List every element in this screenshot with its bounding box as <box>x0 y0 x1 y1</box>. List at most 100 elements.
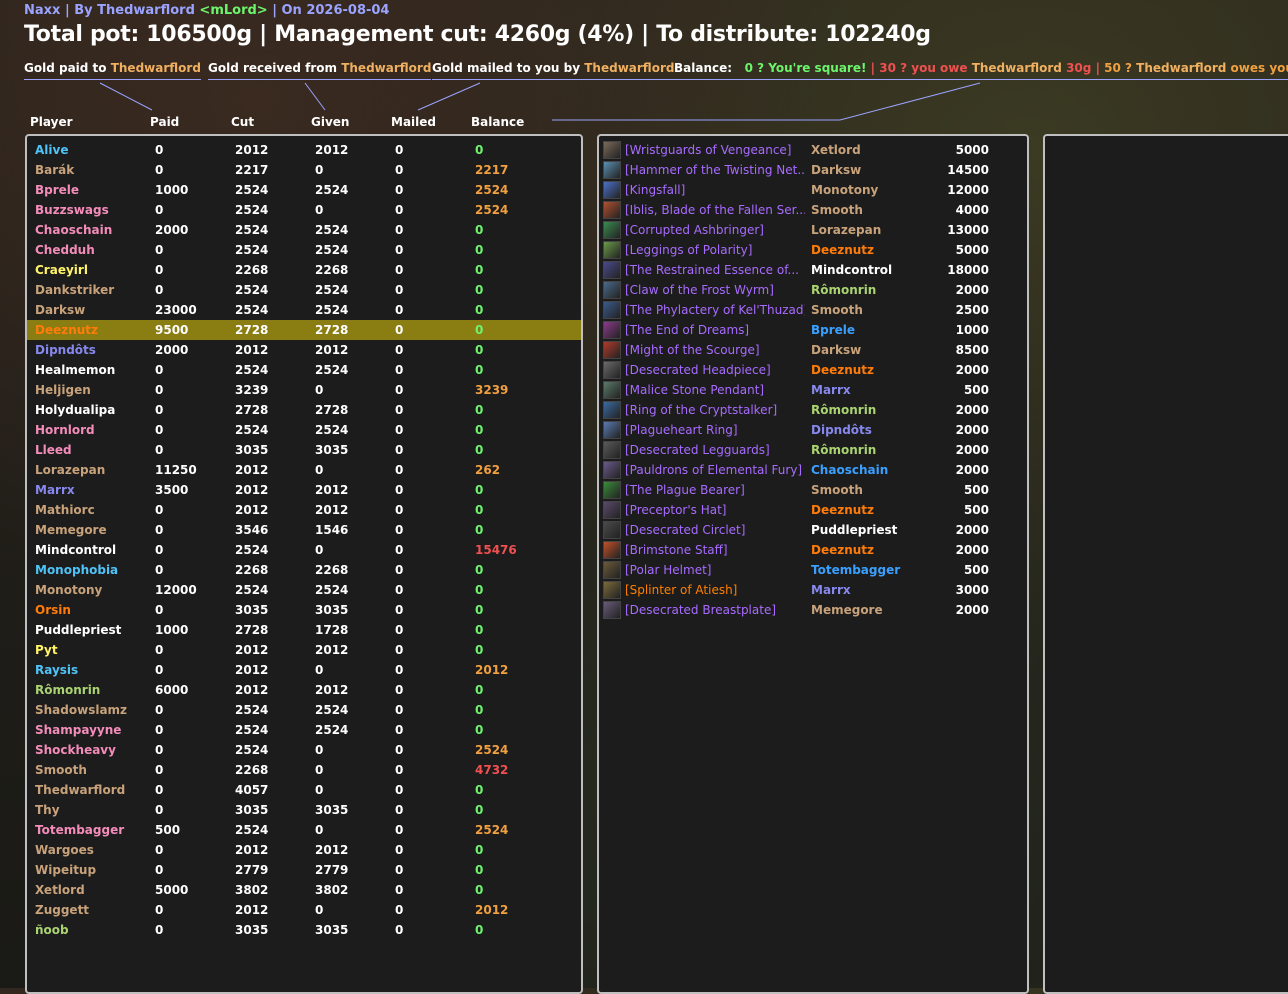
item-link[interactable]: [Hammer of the Twisting Net... <box>625 163 805 177</box>
table-row[interactable]: Mathiorc 0 2012 2012 0 0 <box>27 500 581 520</box>
table-row[interactable]: Thedwarflord 0 4057 0 0 0 <box>27 780 581 800</box>
item-link[interactable]: [The Restrained Essence of... <box>625 263 805 277</box>
table-row[interactable]: Alive 0 2012 2012 0 0 <box>27 140 581 160</box>
item-link[interactable]: [Corrupted Ashbringer] <box>625 223 805 237</box>
table-row[interactable]: Lorazepan 11250 2012 0 0 262 <box>27 460 581 480</box>
table-row[interactable]: ñoob 0 3035 3035 0 0 <box>27 920 581 940</box>
table-row[interactable]: Puddlepriest 1000 2728 1728 0 0 <box>27 620 581 640</box>
table-row[interactable]: Wipeitup 0 2779 2779 0 0 <box>27 860 581 880</box>
item-link[interactable]: [Splinter of Atiesh] <box>625 583 805 597</box>
table-row[interactable]: Rômonrin 6000 2012 2012 0 0 <box>27 680 581 700</box>
list-item[interactable]: [Claw of the Frost Wyrm] Rômonrin 2000 <box>599 280 1027 300</box>
item-link[interactable]: [The Plague Bearer] <box>625 483 805 497</box>
item-link[interactable]: [Malice Stone Pendant] <box>625 383 805 397</box>
list-item[interactable]: [Pauldrons of Elemental Fury] Chaoschain 2… <box>599 460 1027 480</box>
item-link[interactable]: [The Phylactery of Kel'Thuzad] <box>625 303 805 317</box>
table-row[interactable]: Buzzswags 0 2524 0 0 2524 <box>27 200 581 220</box>
list-item[interactable]: [The Phylactery of Kel'Thuzad] Smooth 2500 <box>599 300 1027 320</box>
table-row[interactable]: Orsin 0 3035 3035 0 0 <box>27 600 581 620</box>
item-winner: Chaoschain <box>811 463 889 477</box>
table-row[interactable]: Monophobia 0 2268 2268 0 0 <box>27 560 581 580</box>
item-link[interactable]: [Claw of the Frost Wyrm] <box>625 283 805 297</box>
table-row[interactable]: Raysis 0 2012 0 0 2012 <box>27 660 581 680</box>
table-row[interactable]: Wargoes 0 2012 2012 0 0 <box>27 840 581 860</box>
list-item[interactable]: [Corrupted Ashbringer] Lorazepan 13000 <box>599 220 1027 240</box>
list-item[interactable]: [Malice Stone Pendant] Marrx 500 <box>599 380 1027 400</box>
cell-paid: 0 <box>155 243 164 257</box>
list-item[interactable]: [Wristguards of Vengeance] Xetlord 5000 <box>599 140 1027 160</box>
list-item[interactable]: [Might of the Scourge] Darksw 8500 <box>599 340 1027 360</box>
item-link[interactable]: [Pauldrons of Elemental Fury] <box>625 463 805 477</box>
item-link[interactable]: [Desecrated Breastplate] <box>625 603 805 617</box>
item-link[interactable]: [Preceptor's Hat] <box>625 503 805 517</box>
table-row[interactable]: Marrx 3500 2012 2012 0 0 <box>27 480 581 500</box>
table-row[interactable]: Zuggett 0 2012 0 0 2012 <box>27 900 581 920</box>
table-row[interactable]: Holydualipa 0 2728 2728 0 0 <box>27 400 581 420</box>
col-header-cut[interactable]: Cut <box>231 115 254 129</box>
table-row[interactable]: Dipndôts 2000 2012 2012 0 0 <box>27 340 581 360</box>
list-item[interactable]: [Plagueheart Ring] Dipndôts 2000 <box>599 420 1027 440</box>
table-row[interactable]: Hornlord 0 2524 2524 0 0 <box>27 420 581 440</box>
item-link[interactable]: [Desecrated Circlet] <box>625 523 805 537</box>
item-link[interactable]: [Desecrated Headpiece] <box>625 363 805 377</box>
table-row[interactable]: Pyt 0 2012 2012 0 0 <box>27 640 581 660</box>
table-row[interactable]: Barák 0 2217 0 0 2217 <box>27 160 581 180</box>
item-link[interactable]: [Brimstone Staff] <box>625 543 805 557</box>
list-item[interactable]: [Splinter of Atiesh] Marrx 3000 <box>599 580 1027 600</box>
table-row[interactable]: Dankstriker 0 2524 2524 0 0 <box>27 280 581 300</box>
cell-mailed: 0 <box>395 183 404 197</box>
table-row[interactable]: Shampayyne 0 2524 2524 0 0 <box>27 720 581 740</box>
item-link[interactable]: [Leggings of Polarity] <box>625 243 805 257</box>
col-header-mailed[interactable]: Mailed <box>391 115 436 129</box>
legend-balance-square: 0 ? You're square! <box>744 61 867 75</box>
table-row[interactable]: Monotony 12000 2524 2524 0 0 <box>27 580 581 600</box>
list-item[interactable]: [Desecrated Legguards] Rômonrin 2000 <box>599 440 1027 460</box>
list-item[interactable]: [Hammer of the Twisting Net... Darksw 1450… <box>599 160 1027 180</box>
table-row[interactable]: Deeznutz 9500 2728 2728 0 0 <box>27 320 581 340</box>
table-row[interactable]: Healmemon 0 2524 2524 0 0 <box>27 360 581 380</box>
table-row[interactable]: Craeyirl 0 2268 2268 0 0 <box>27 260 581 280</box>
item-link[interactable]: [Ring of the Cryptstalker] <box>625 403 805 417</box>
list-item[interactable]: [The End of Dreams] Bprele 1000 <box>599 320 1027 340</box>
list-item[interactable]: [Desecrated Circlet] Puddlepriest 2000 <box>599 520 1027 540</box>
table-row[interactable]: Smooth 0 2268 0 0 4732 <box>27 760 581 780</box>
table-row[interactable]: Xetlord 5000 3802 3802 0 0 <box>27 880 581 900</box>
list-item[interactable]: [The Plague Bearer] Smooth 500 <box>599 480 1027 500</box>
table-row[interactable]: Darksw 23000 2524 2524 0 0 <box>27 300 581 320</box>
table-row[interactable]: Totembagger 500 2524 0 0 2524 <box>27 820 581 840</box>
list-item[interactable]: [Preceptor's Hat] Deeznutz 500 <box>599 500 1027 520</box>
list-item[interactable]: [Polar Helmet] Totembagger 500 <box>599 560 1027 580</box>
table-row[interactable]: Chaoschain 2000 2524 2524 0 0 <box>27 220 581 240</box>
item-link[interactable]: [Kingsfall] <box>625 183 805 197</box>
item-link[interactable]: [Might of the Scourge] <box>625 343 805 357</box>
list-item[interactable]: [Ring of the Cryptstalker] Rômonrin 2000 <box>599 400 1027 420</box>
cell-balance: 0 <box>475 223 484 237</box>
list-item[interactable]: [Desecrated Breastplate] Memegore 2000 <box>599 600 1027 620</box>
table-row[interactable]: Shockheavy 0 2524 0 0 2524 <box>27 740 581 760</box>
list-item[interactable]: [Kingsfall] Monotony 12000 <box>599 180 1027 200</box>
table-row[interactable]: Bprele 1000 2524 2524 0 2524 <box>27 180 581 200</box>
list-item[interactable]: [Iblis, Blade of the Fallen Ser... Smooth… <box>599 200 1027 220</box>
item-link[interactable]: [Polar Helmet] <box>625 563 805 577</box>
table-row[interactable]: Thy 0 3035 3035 0 0 <box>27 800 581 820</box>
col-header-paid[interactable]: Paid <box>150 115 179 129</box>
list-item[interactable]: [Leggings of Polarity] Deeznutz 5000 <box>599 240 1027 260</box>
item-link[interactable]: [Wristguards of Vengeance] <box>625 143 805 157</box>
item-link[interactable]: [Iblis, Blade of the Fallen Ser... <box>625 203 805 217</box>
table-row[interactable]: Mindcontrol 0 2524 0 0 15476 <box>27 540 581 560</box>
table-row[interactable]: Memegore 0 3546 1546 0 0 <box>27 520 581 540</box>
col-header-balance[interactable]: Balance <box>471 115 524 129</box>
table-row[interactable]: Shadowslamz 0 2524 2524 0 0 <box>27 700 581 720</box>
list-item[interactable]: [The Restrained Essence of... Mindcontrol… <box>599 260 1027 280</box>
col-header-given[interactable]: Given <box>311 115 349 129</box>
item-link[interactable]: [Plagueheart Ring] <box>625 423 805 437</box>
table-row[interactable]: Heljigen 0 3239 0 0 3239 <box>27 380 581 400</box>
table-row[interactable]: Chedduh 0 2524 2524 0 0 <box>27 240 581 260</box>
col-header-player[interactable]: Player <box>30 115 73 129</box>
table-row[interactable]: Lleed 0 3035 3035 0 0 <box>27 440 581 460</box>
list-item[interactable]: [Brimstone Staff] Deeznutz 2000 <box>599 540 1027 560</box>
item-link[interactable]: [The End of Dreams] <box>625 323 805 337</box>
list-item[interactable]: [Desecrated Headpiece] Deeznutz 2000 <box>599 360 1027 380</box>
claw-icon <box>603 281 621 299</box>
item-link[interactable]: [Desecrated Legguards] <box>625 443 805 457</box>
